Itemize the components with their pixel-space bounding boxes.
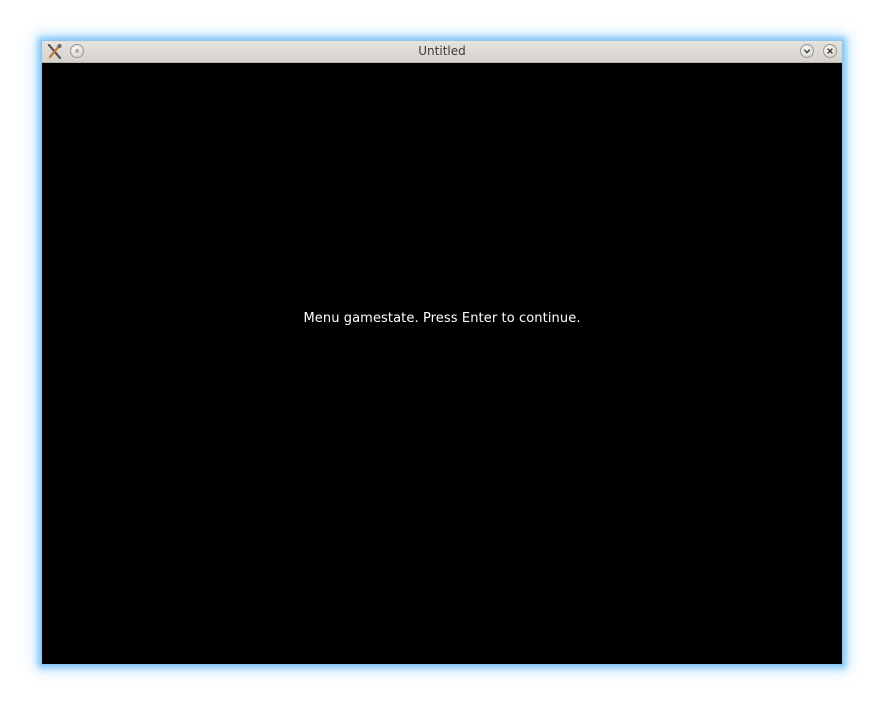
title-bar[interactable]: Untitled — [42, 41, 842, 63]
game-canvas[interactable]: Menu gamestate. Press Enter to continue. — [42, 63, 842, 664]
shade-button[interactable] — [800, 44, 814, 58]
close-icon — [827, 48, 833, 54]
close-button[interactable] — [823, 44, 837, 58]
window-title: Untitled — [418, 44, 466, 58]
application-window: Untitled Menu gamestate. Press Enter to … — [41, 40, 843, 665]
chevron-down-icon — [803, 49, 811, 54]
menu-message: Menu gamestate. Press Enter to continue. — [303, 311, 581, 326]
